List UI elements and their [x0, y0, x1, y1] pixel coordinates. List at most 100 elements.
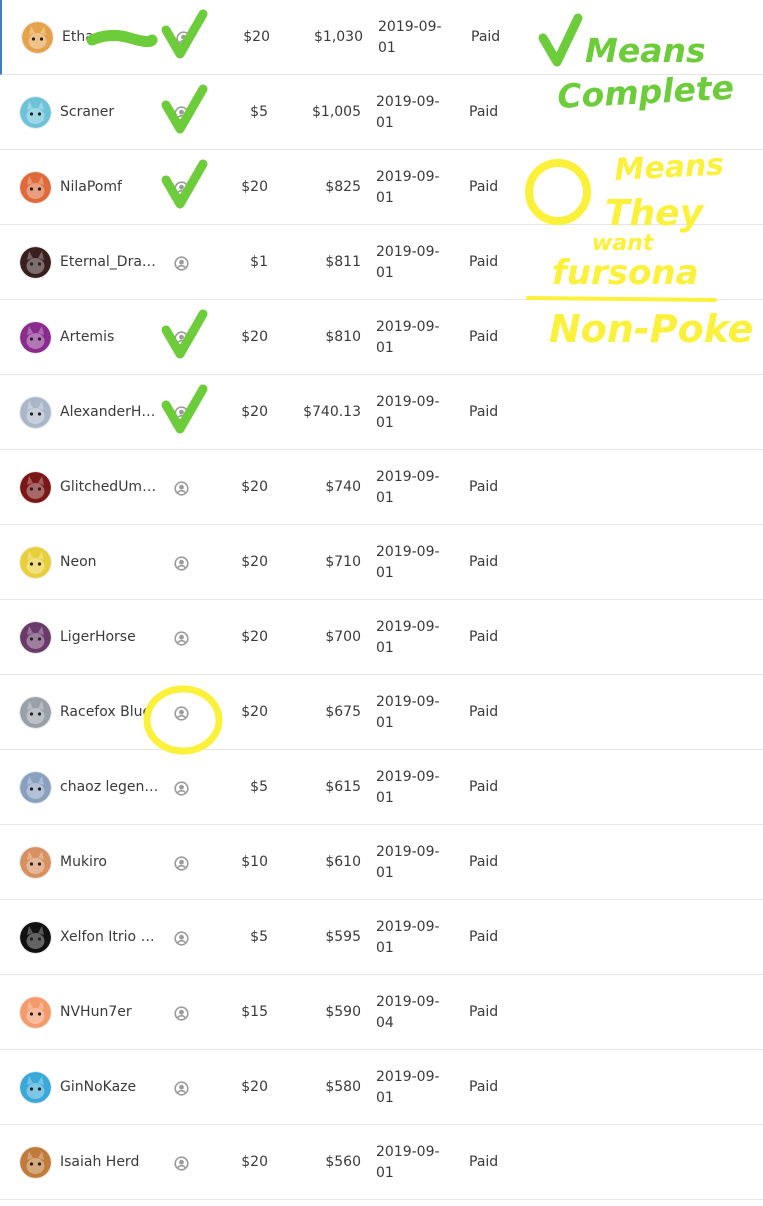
pledge-date: 2019-09-01: [376, 769, 440, 806]
pledge-date: 2019-09-01: [376, 1144, 440, 1181]
lifetime-amount: $595: [325, 929, 361, 945]
pledge-amount: $20: [241, 179, 268, 195]
pledge-amount: $20: [241, 554, 268, 570]
table-row[interactable]: Eternal_Drag... $1 $811 2019-09-01 Paid: [0, 225, 763, 300]
patron-name[interactable]: Isaiah Herd: [60, 1153, 160, 1171]
table-row[interactable]: LigerHorse $20 $700 2019-09-01 Paid: [0, 600, 763, 675]
patron-name[interactable]: Scraner: [60, 103, 160, 121]
patron-profile-icon[interactable]: [174, 1081, 189, 1096]
mukiro-avatar-icon[interactable]: [20, 847, 51, 878]
pledge-amount: $20: [241, 704, 268, 720]
patron-profile-icon[interactable]: [174, 181, 189, 196]
table-row[interactable]: Neon $20 $710 2019-09-01 Paid: [0, 525, 763, 600]
pledge-date: 2019-09-04: [376, 994, 440, 1031]
pledge-amount: $15: [241, 1004, 268, 1020]
table-row[interactable]: Racefox Blue $20 $675 2019-09-01 Paid: [0, 675, 763, 750]
ginnokaze-avatar-icon[interactable]: [20, 1072, 51, 1103]
lifetime-amount: $1,005: [312, 104, 361, 120]
payment-status: Paid: [469, 104, 499, 120]
pledge-amount: $1: [250, 254, 268, 270]
patron-profile-icon[interactable]: [174, 406, 189, 421]
patron-name[interactable]: Racefox Blue: [60, 703, 160, 721]
pledge-amount: $20: [241, 329, 268, 345]
payment-status: Paid: [469, 254, 499, 270]
lifetime-amount: $710: [325, 554, 361, 570]
patron-name[interactable]: Xelfon Itrio K...: [60, 928, 160, 946]
patron-profile-icon[interactable]: [174, 1006, 189, 1021]
patron-profile-icon[interactable]: [174, 106, 189, 121]
patron-name[interactable]: GlitchedUmbre: [60, 478, 160, 496]
table-row[interactable]: NilaPomf $20 $825 2019-09-01 Paid: [0, 150, 763, 225]
patron-table: Ethan $20 $1,030 2019-09-01 Paid Scraner $5 $1,…: [0, 0, 763, 1200]
patron-name[interactable]: GinNoKaze: [60, 1078, 160, 1096]
table-row[interactable]: Isaiah Herd $20 $560 2019-09-01 Paid: [0, 1125, 763, 1200]
fox-avatar-icon[interactable]: [22, 22, 53, 53]
payment-status: Paid: [469, 1079, 499, 1095]
lifetime-amount: $615: [325, 779, 361, 795]
xelfon-avatar-icon[interactable]: [20, 922, 51, 953]
patron-profile-icon[interactable]: [174, 256, 189, 271]
table-row[interactable]: Xelfon Itrio K... $5 $595 2019-09-01 Paid: [0, 900, 763, 975]
patron-profile-icon[interactable]: [174, 331, 189, 346]
patron-name[interactable]: AlexanderHe...: [60, 403, 160, 421]
isaiah-avatar-icon[interactable]: [20, 1147, 51, 1178]
fox-avatar-icon[interactable]: [20, 172, 51, 203]
payment-status: Paid: [469, 854, 499, 870]
table-row[interactable]: chaoz legends $5 $615 2019-09-01 Paid: [0, 750, 763, 825]
lifetime-amount: $560: [325, 1154, 361, 1170]
dragon-avatar-icon[interactable]: [20, 247, 51, 278]
pledge-date: 2019-09-01: [378, 19, 442, 56]
patron-profile-icon[interactable]: [174, 631, 189, 646]
lifetime-amount: $825: [325, 179, 361, 195]
patron-name[interactable]: chaoz legends: [60, 778, 160, 796]
patron-name[interactable]: NVHun7er: [60, 1003, 160, 1021]
pikachu-avatar-icon[interactable]: [20, 547, 51, 578]
pledge-amount: $5: [250, 779, 268, 795]
payment-status: Paid: [471, 29, 501, 45]
spiral-avatar-icon[interactable]: [20, 622, 51, 653]
patron-profile-icon[interactable]: [174, 781, 189, 796]
lifetime-amount: $740: [325, 479, 361, 495]
artemis-avatar-icon[interactable]: [20, 322, 51, 353]
table-row[interactable]: Mukiro $10 $610 2019-09-01 Paid: [0, 825, 763, 900]
pledge-amount: $5: [250, 929, 268, 945]
pledge-amount: $5: [250, 104, 268, 120]
patron-profile-icon[interactable]: [174, 556, 189, 571]
pledge-amount: $20: [243, 29, 270, 45]
wolf-avatar-icon[interactable]: [20, 397, 51, 428]
table-row[interactable]: Artemis $20 $810 2019-09-01 Paid: [0, 300, 763, 375]
umbreon-avatar-icon[interactable]: [20, 472, 51, 503]
patron-profile-icon[interactable]: [174, 1156, 189, 1171]
patron-name[interactable]: LigerHorse: [60, 628, 160, 646]
patron-name[interactable]: Eternal_Drag...: [60, 253, 160, 271]
table-row[interactable]: NVHun7er $15 $590 2019-09-04 Paid: [0, 975, 763, 1050]
patron-name[interactable]: Neon: [60, 553, 160, 571]
payment-status: Paid: [469, 1004, 499, 1020]
cat-avatar-icon[interactable]: [20, 772, 51, 803]
patron-name[interactable]: Artemis: [60, 328, 160, 346]
patron-profile-icon[interactable]: [176, 31, 191, 46]
pledge-amount: $20: [241, 479, 268, 495]
table-row[interactable]: AlexanderHe... $20 $740.13 2019-09-01 Paid: [0, 375, 763, 450]
pledge-date: 2019-09-01: [376, 469, 440, 506]
table-row[interactable]: Ethan $20 $1,030 2019-09-01 Paid: [0, 0, 763, 75]
patron-profile-icon[interactable]: [174, 706, 189, 721]
payment-status: Paid: [469, 329, 499, 345]
patron-name[interactable]: Ethan: [62, 28, 162, 46]
pledge-date: 2019-09-01: [376, 694, 440, 731]
table-row[interactable]: GinNoKaze $20 $580 2019-09-01 Paid: [0, 1050, 763, 1125]
pledge-amount: $20: [241, 1079, 268, 1095]
patron-profile-icon[interactable]: [174, 856, 189, 871]
hamster-avatar-icon[interactable]: [20, 997, 51, 1028]
patron-profile-icon[interactable]: [174, 481, 189, 496]
patron-name[interactable]: Mukiro: [60, 853, 160, 871]
scraner-avatar-icon[interactable]: [20, 97, 51, 128]
pledge-date: 2019-09-01: [376, 94, 440, 131]
table-row[interactable]: Scraner $5 $1,005 2019-09-01 Paid: [0, 75, 763, 150]
patron-name[interactable]: NilaPomf: [60, 178, 160, 196]
table-row[interactable]: GlitchedUmbre $20 $740 2019-09-01 Paid: [0, 450, 763, 525]
payment-status: Paid: [469, 554, 499, 570]
racefox-avatar-icon[interactable]: [20, 697, 51, 728]
pledge-date: 2019-09-01: [376, 1069, 440, 1106]
patron-profile-icon[interactable]: [174, 931, 189, 946]
